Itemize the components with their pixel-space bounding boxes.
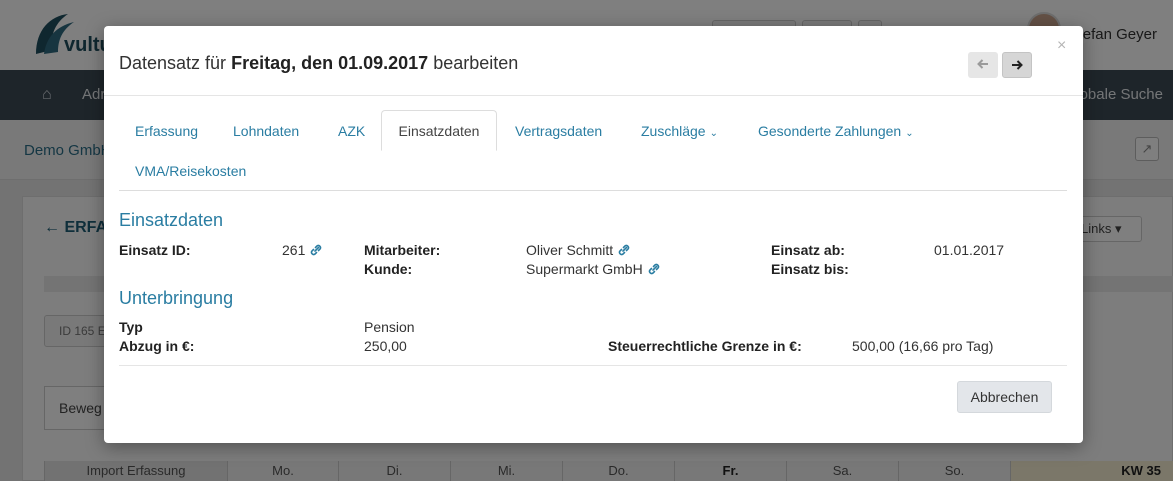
einsatz-id-value: 261 bbox=[282, 242, 323, 258]
tab-gesonderte-label: Gesonderte Zahlungen bbox=[758, 123, 902, 139]
mitarbeiter-text: Oliver Schmitt bbox=[526, 242, 614, 258]
link-icon[interactable] bbox=[647, 262, 661, 276]
tab-vma-reisekosten[interactable]: VMA/Reisekosten bbox=[135, 163, 246, 179]
einsatz-id-label: Einsatz ID: bbox=[119, 242, 191, 258]
einsatzdaten-heading: Einsatzdaten bbox=[119, 210, 224, 230]
tab-bar: Erfassung Lohndaten AZK Einsatzdaten Ver… bbox=[119, 110, 1067, 191]
abzug-label: Abzug in €: bbox=[119, 338, 195, 354]
kunde-label: Kunde: bbox=[364, 261, 413, 277]
steuer-grenze-value: 500,00 (16,66 pro Tag) bbox=[852, 338, 994, 354]
einsatz-id-text: 261 bbox=[282, 242, 306, 258]
typ-value: Pension bbox=[364, 319, 415, 335]
einsatz-ab-label: Einsatz ab: bbox=[771, 242, 845, 258]
tab-gesonderte-zahlungen[interactable]: Gesonderte Zahlungen ⌄ bbox=[758, 123, 914, 139]
cancel-button[interactable]: Abbrechen bbox=[957, 381, 1052, 413]
mitarbeiter-label: Mitarbeiter: bbox=[364, 242, 441, 258]
mitarbeiter-value: Oliver Schmitt bbox=[526, 242, 631, 258]
arrow-right-icon bbox=[1012, 60, 1023, 70]
edit-record-modal: Datensatz für Freitag, den 01.09.2017 be… bbox=[104, 26, 1083, 443]
tab-erfassung[interactable]: Erfassung bbox=[135, 123, 198, 139]
link-icon[interactable] bbox=[617, 243, 631, 257]
tab-azk[interactable]: AZK bbox=[338, 123, 365, 139]
tab-lohndaten[interactable]: Lohndaten bbox=[233, 123, 299, 139]
tab-zuschlaege[interactable]: Zuschläge ⌄ bbox=[641, 123, 718, 139]
chevron-down-icon: ⌄ bbox=[709, 128, 718, 139]
kunde-text: Supermarkt GmbH bbox=[526, 261, 643, 277]
abzug-value: 250,00 bbox=[364, 338, 407, 354]
einsatz-bis-label: Einsatz bis: bbox=[771, 261, 849, 277]
steuer-grenze-label: Steuerrechtliche Grenze in €: bbox=[608, 338, 802, 354]
close-icon[interactable]: × bbox=[1057, 37, 1066, 55]
unterbringung-heading: Unterbringung bbox=[119, 288, 234, 308]
next-record-button[interactable] bbox=[1002, 52, 1032, 78]
kunde-value: Supermarkt GmbH bbox=[526, 261, 661, 277]
modal-title-date: Freitag, den 01.09.2017 bbox=[231, 53, 429, 73]
modal-title-suffix: bearbeiten bbox=[433, 53, 519, 73]
arrow-left-icon bbox=[977, 59, 988, 69]
chevron-down-icon: ⌄ bbox=[905, 128, 914, 139]
tab-einsatzdaten[interactable]: Einsatzdaten bbox=[381, 110, 497, 151]
footer-divider bbox=[119, 365, 1067, 366]
previous-record-button[interactable] bbox=[968, 52, 998, 78]
header-divider bbox=[104, 95, 1083, 96]
tab-zuschlaege-label: Zuschläge bbox=[641, 123, 706, 139]
modal-title: Datensatz für Freitag, den 01.09.2017 be… bbox=[119, 53, 518, 74]
link-icon[interactable] bbox=[309, 243, 323, 257]
einsatz-ab-value: 01.01.2017 bbox=[934, 242, 1005, 258]
modal-title-prefix: Datensatz für bbox=[119, 53, 227, 73]
typ-label: Typ bbox=[119, 319, 143, 335]
tab-vertragsdaten[interactable]: Vertragsdaten bbox=[515, 123, 602, 139]
